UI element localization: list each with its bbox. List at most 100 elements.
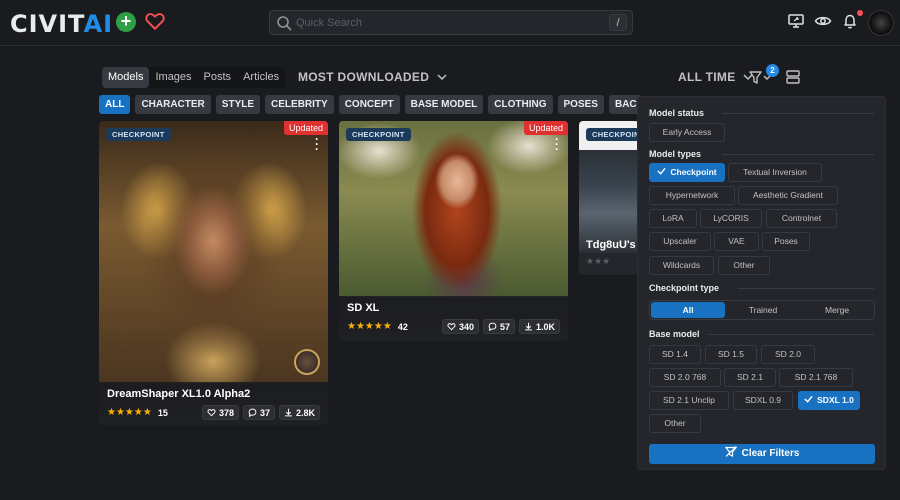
- base-sd-1-5[interactable]: SD 1.5: [705, 345, 757, 364]
- monitor-icon[interactable]: [787, 12, 805, 30]
- model-type-badge: CHECKPOINT: [346, 128, 411, 141]
- type-lora[interactable]: LoRA: [649, 209, 697, 228]
- model-preview-image: [339, 121, 568, 297]
- updated-badge: Updated: [523, 121, 568, 135]
- model-status-heading: Model status: [649, 108, 705, 118]
- type-wildcards[interactable]: Wildcards: [649, 256, 714, 275]
- base-sdxl-0-9[interactable]: SDXL 0.9: [733, 391, 793, 410]
- base-sd-2-0[interactable]: SD 2.0: [761, 345, 815, 364]
- civitai-logo[interactable]: CIVITAI: [10, 10, 113, 38]
- type-controlnet[interactable]: Controlnet: [766, 209, 837, 228]
- base-sd-2-1-768[interactable]: SD 2.1 768: [779, 368, 853, 387]
- type-upscaler[interactable]: Upscaler: [649, 232, 711, 251]
- download-icon: [525, 322, 532, 331]
- type-lycoris[interactable]: LyCORIS: [700, 209, 762, 228]
- tag-celebrity[interactable]: CELEBRITY: [265, 95, 334, 114]
- model-title: Tdg8uU's S: [586, 239, 639, 251]
- base-other[interactable]: Other: [649, 414, 701, 433]
- creator-avatar[interactable]: [294, 349, 320, 375]
- type-poses[interactable]: Poses: [762, 232, 810, 251]
- model-stats: ★★★★★ 15 378 37 2.8K: [107, 405, 320, 420]
- more-options-icon[interactable]: · · ·: [315, 133, 319, 155]
- type-textual-inversion[interactable]: Textual Inversion: [728, 163, 822, 182]
- tag-base-model[interactable]: BASE MODEL: [404, 95, 484, 114]
- period-dropdown[interactable]: ALL TIME: [678, 70, 753, 84]
- search-input[interactable]: [296, 14, 596, 32]
- comments-stat: 37: [242, 405, 275, 420]
- chevron-down-icon: [437, 74, 447, 81]
- likes-stat: 340: [441, 319, 479, 334]
- model-card[interactable]: CHECKPOINT Updated · · · DreamShaper XL1.0…: [99, 121, 328, 425]
- base-sd-2-1[interactable]: SD 2.1: [724, 368, 776, 387]
- type-checkpoint[interactable]: Checkpoint: [649, 163, 725, 182]
- check-icon: [804, 395, 813, 403]
- tag-background[interactable]: BACKGROUND: [608, 95, 640, 114]
- more-options-icon[interactable]: · · ·: [555, 133, 559, 155]
- base-sd-2-0-768[interactable]: SD 2.0 768: [649, 368, 721, 387]
- rating-stars: ★★★★★: [347, 321, 392, 332]
- model-title: SD XL: [347, 302, 380, 314]
- type-hypernetwork[interactable]: Hypernetwork: [649, 186, 735, 205]
- heart-icon: [207, 409, 216, 417]
- tag-style[interactable]: STYLE: [215, 95, 261, 114]
- card-footer: DreamShaper XL1.0 Alpha2 ★★★★★ 15 378 37…: [99, 382, 328, 425]
- checkpoint-trained[interactable]: Trained: [726, 301, 800, 319]
- bell-icon[interactable]: [841, 12, 859, 30]
- divider: [738, 288, 874, 289]
- clear-filters-button[interactable]: Clear Filters: [649, 444, 875, 464]
- tag-concept[interactable]: CONCEPT: [338, 95, 400, 114]
- comment-icon: [248, 408, 257, 417]
- tag-character[interactable]: CHARACTER: [135, 95, 211, 114]
- tag-clothing[interactable]: CLOTHING: [488, 95, 553, 114]
- comments-count: 37: [259, 407, 270, 418]
- filter-popover: Model status Early Access Model types Ch…: [637, 96, 886, 470]
- heart-icon: [447, 323, 456, 331]
- tab-articles[interactable]: Articles: [237, 67, 285, 88]
- downloads-count: 2.8K: [295, 407, 315, 418]
- checkpoint-all[interactable]: All: [651, 302, 725, 318]
- tab-posts[interactable]: Posts: [198, 67, 238, 88]
- comment-icon: [488, 322, 497, 331]
- downloads-stat: 2.8K: [278, 405, 320, 420]
- comments-stat: 57: [482, 319, 515, 334]
- tab-models[interactable]: Models: [102, 67, 150, 88]
- type-aesthetic-gradient[interactable]: Aesthetic Gradient: [738, 186, 838, 205]
- base-sd-1-4[interactable]: SD 1.4: [649, 345, 701, 364]
- base-sd-2-1-unclip[interactable]: SD 2.1 Unclip: [649, 391, 729, 410]
- base-sdxl-1-0[interactable]: SDXL 1.0: [798, 391, 860, 410]
- create-button[interactable]: +: [116, 12, 136, 32]
- model-card[interactable]: CHECKPOINT Tdg8uU's S ★★★: [579, 121, 639, 275]
- heart-icon[interactable]: [144, 10, 166, 32]
- layout-icon[interactable]: [785, 69, 801, 85]
- sort-dropdown[interactable]: MOST DOWNLOADED: [298, 70, 447, 84]
- filter-count-badge: 2: [766, 64, 779, 77]
- downloads-stat: 1.0K: [518, 319, 560, 334]
- tab-images[interactable]: Images: [149, 67, 197, 88]
- period-label: ALL TIME: [678, 70, 736, 84]
- type-other[interactable]: Other: [718, 256, 770, 275]
- search-icon: [276, 15, 292, 31]
- rating-count: 15: [157, 407, 168, 418]
- rating-count: 42: [397, 321, 408, 332]
- checkpoint-type-heading: Checkpoint type: [649, 283, 720, 293]
- tag-poses[interactable]: POSES: [557, 95, 604, 114]
- checkpoint-merge[interactable]: Merge: [800, 301, 874, 319]
- user-avatar[interactable]: [868, 10, 894, 36]
- type-vae[interactable]: VAE: [714, 232, 759, 251]
- check-icon: [657, 167, 667, 175]
- downloads-count: 1.0K: [535, 321, 555, 332]
- top-header: CIVITAI + /: [0, 0, 900, 46]
- tag-all[interactable]: ALL: [99, 95, 131, 114]
- sort-label: MOST DOWNLOADED: [298, 70, 430, 84]
- updated-badge: Updated: [283, 121, 328, 135]
- card-footer: SD XL ★★★★★ 42 340 57 1.0K: [339, 296, 568, 341]
- model-card[interactable]: CHECKPOINT Updated · · · SD XL ★★★★★ 42 34…: [339, 121, 568, 341]
- model-stats: ★★★★★ 42 340 57 1.0K: [347, 319, 560, 334]
- rating-stars: ★★★★★: [107, 407, 152, 418]
- base-model-heading: Base model: [649, 329, 700, 339]
- content-type-switcher: Models Images Posts Articles: [102, 67, 286, 88]
- status-early-access[interactable]: Early Access: [649, 123, 725, 142]
- eye-icon[interactable]: [814, 12, 832, 30]
- comments-count: 57: [499, 321, 510, 332]
- divider: [708, 334, 874, 335]
